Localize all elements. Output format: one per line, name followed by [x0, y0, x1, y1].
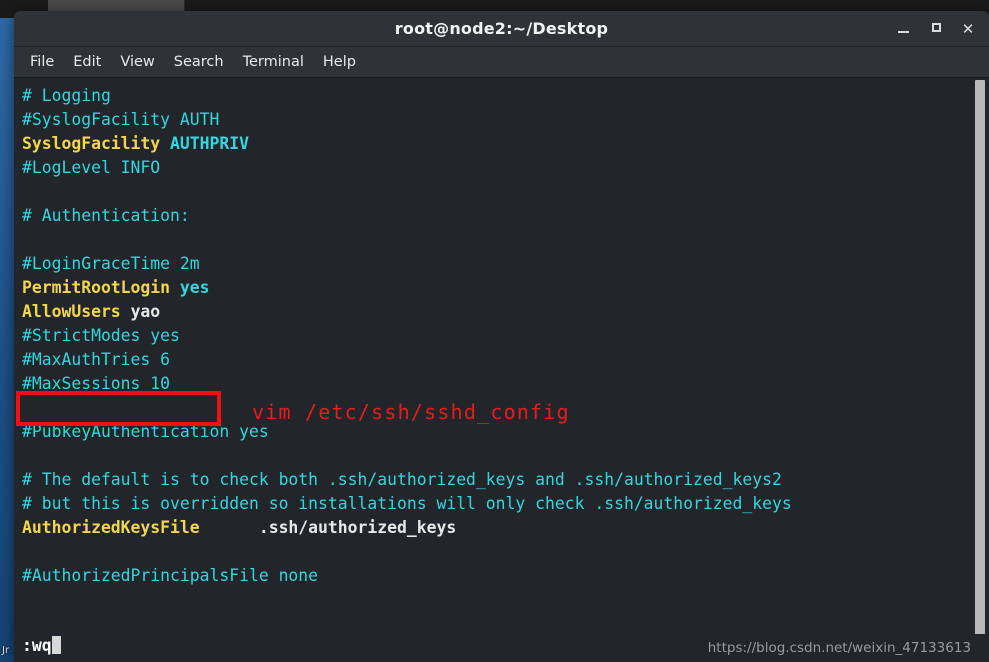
window-titlebar[interactable]: root@node2:~/Desktop ✕ [14, 11, 989, 47]
editor-line-segment: yao [130, 302, 161, 321]
editor-line: AuthorizedKeysFile .ssh/authorized_keys [22, 516, 967, 540]
editor-line-segment: #MaxAuthTries 6 [22, 350, 171, 369]
close-icon: ✕ [961, 20, 975, 38]
editor-line: #AuthorizedPrincipalsFile none [22, 564, 967, 588]
terminal-content-area[interactable]: # Logging #SyslogFacility AUTH SyslogFacil… [14, 78, 989, 662]
close-button[interactable]: ✕ [959, 20, 977, 38]
minimize-icon [897, 31, 909, 33]
editor-line: #LoginGraceTime 2m [22, 252, 967, 276]
watermark-url: https://blog.csdn.net/weixin_47133613 [707, 640, 971, 656]
editor-line-segment: yes [179, 278, 210, 297]
editor-line-segment: SyslogFacility [22, 134, 171, 153]
terminal-scrollbar[interactable] [974, 80, 986, 662]
editor-line-segment: # The default is to check both .ssh/auth… [22, 470, 782, 489]
editor-line-segment: #LogLevel INFO [22, 158, 161, 177]
window-title: root@node2:~/Desktop [394, 19, 609, 38]
vim-command-text: :wq [22, 636, 52, 655]
vim-status-line: :wq https://blog.csdn.net/weixin_4713361… [14, 634, 989, 662]
editor-line: AllowUsers yao [22, 300, 967, 324]
editor-line-segment: #SyslogFacility AUTH [22, 110, 220, 129]
annotation-note-text: vim /etc/ssh/sshd_config [252, 400, 570, 424]
text-cursor [51, 636, 61, 654]
minimize-button[interactable] [894, 20, 912, 38]
editor-line: #StrictModes yes [22, 324, 967, 348]
editor-line-segment: AUTHPRIV [170, 134, 249, 153]
editor-line: PermitRootLogin yes [22, 276, 967, 300]
editor-line: # The default is to check both .ssh/auth… [22, 468, 967, 492]
editor-line: #SyslogFacility AUTH [22, 108, 967, 132]
maximize-button[interactable] [927, 20, 945, 38]
editor-line-segment: AuthorizedKeysFile [22, 518, 200, 537]
vim-command-input[interactable]: :wq [22, 636, 61, 655]
menu-item-file[interactable]: File [30, 52, 65, 73]
terminal-window: root@node2:~/Desktop ✕ File Edit View Se… [14, 11, 989, 662]
menu-bar: File Edit View Search Terminal Help [14, 47, 989, 78]
editor-line-segment: # Logging [22, 86, 111, 105]
menu-item-view[interactable]: View [120, 52, 165, 73]
editor-line-segment: .ssh/authorized_keys [199, 518, 457, 537]
editor-line: #LogLevel INFO [22, 156, 967, 180]
menu-item-help[interactable]: Help [323, 52, 367, 73]
editor-line-segment: #StrictModes yes [22, 326, 180, 345]
editor-line-segment: # Authentication: [22, 206, 190, 225]
menu-item-terminal[interactable]: Terminal [243, 52, 315, 73]
editor-line: SyslogFacility AUTHPRIV [22, 132, 967, 156]
editor-line-segment: PermitRootLogin [22, 278, 180, 297]
menu-item-edit[interactable]: Edit [73, 52, 112, 73]
editor-line: # Logging [22, 84, 967, 108]
editor-line: #MaxAuthTries 6 [22, 348, 967, 372]
editor-line-segment: # but this is overridden so installation… [22, 494, 792, 513]
editor-line-segment: #AuthorizedPrincipalsFile none [22, 566, 319, 585]
editor-line-segment: #PubkeyAuthentication yes [22, 422, 269, 441]
editor-line: #MaxSessions 10 [22, 372, 967, 396]
maximize-icon [931, 23, 941, 32]
scrollbar-thumb[interactable] [975, 80, 985, 662]
editor-line-segment: AllowUsers [22, 302, 131, 321]
editor-line: # Authentication: [22, 204, 967, 228]
menu-item-search[interactable]: Search [174, 52, 235, 73]
editor-line-segment: #MaxSessions 10 [22, 374, 171, 393]
editor-line-segment: #LoginGraceTime 2m [22, 254, 200, 273]
editor-line: # but this is overridden so installation… [22, 492, 967, 516]
vim-editor-text: # Logging #SyslogFacility AUTH SyslogFacil… [22, 84, 967, 588]
desktop-icon-label: Jr [2, 645, 10, 656]
